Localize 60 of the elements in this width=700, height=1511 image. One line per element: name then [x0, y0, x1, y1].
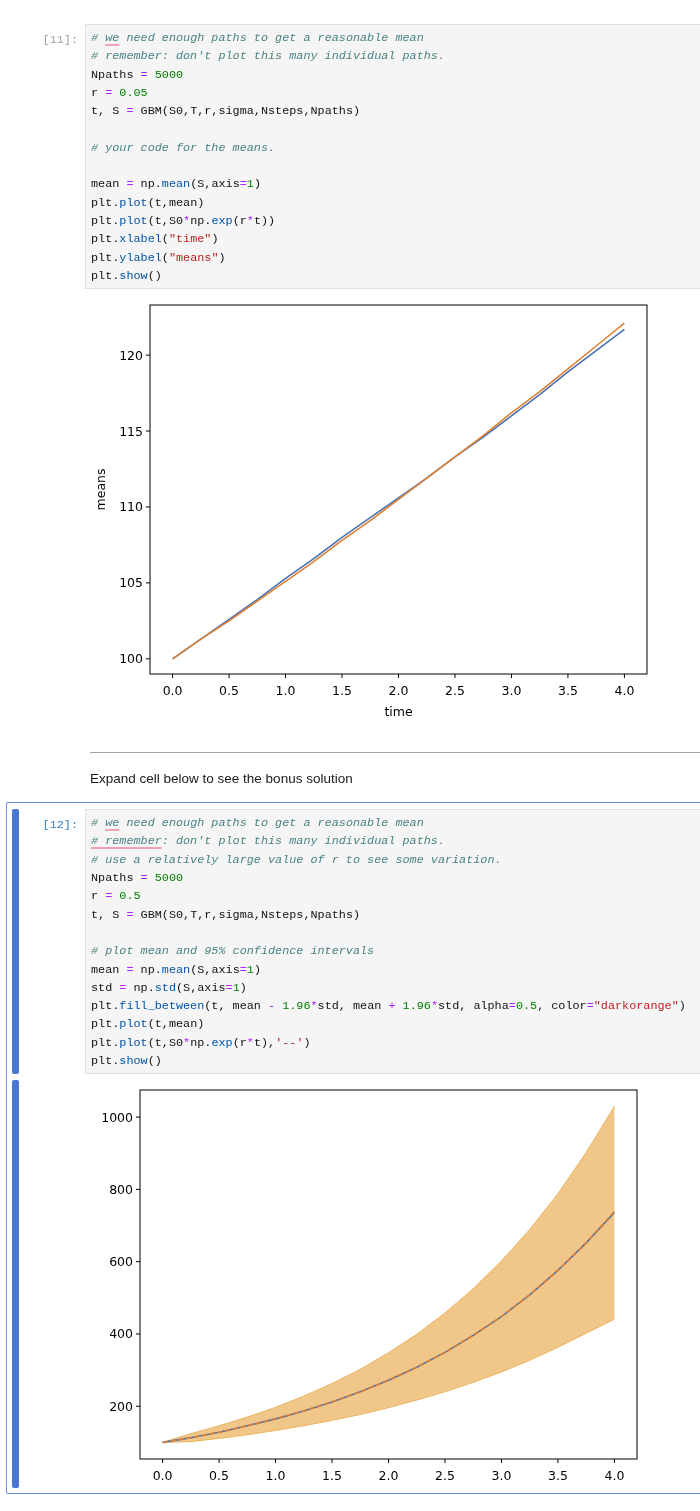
x-tick-label: 3.5	[548, 1468, 568, 1484]
y-tick-label: 1000	[101, 1109, 133, 1125]
code-line: plt.show()	[91, 267, 163, 285]
code-line: std = np.std(S,axis=1)	[91, 979, 248, 997]
code-line: plt.plot(t,mean)	[91, 1016, 206, 1034]
y-axis-label: means	[93, 468, 108, 511]
x-tick-label: 0.5	[209, 1468, 229, 1484]
y-tick-label: 105	[119, 575, 143, 591]
code-line: Npaths = 5000	[91, 870, 185, 888]
code-line: # plot mean and 95% confidence intervals	[91, 943, 376, 961]
y-tick-label: 400	[109, 1326, 133, 1342]
y-tick-label: 200	[109, 1399, 133, 1415]
x-tick-label: 3.5	[558, 683, 578, 699]
code-line: plt.ylabel("means")	[91, 249, 227, 267]
code-line: plt.xlabel("time")	[91, 231, 220, 249]
code-line: mean = np.mean(S,axis=1)	[91, 961, 262, 979]
y-tick-label: 120	[119, 347, 143, 363]
x-tick-label: 0.0	[152, 1468, 173, 1484]
x-tick-label: 1.5	[332, 683, 352, 699]
x-tick-label: 1.0	[265, 1468, 286, 1484]
code-line: # your code for the means.	[91, 139, 277, 157]
execution-count: [12]:	[42, 818, 78, 833]
y-tick-label: 110	[119, 499, 143, 515]
code-line: r = 0.05	[91, 84, 149, 102]
y-tick-label: 600	[109, 1254, 133, 1270]
code-editor[interactable]	[85, 809, 700, 1075]
x-tick-label: 4.0	[604, 1468, 625, 1484]
code-line: plt.plot(t,S0*np.exp(r*t))	[91, 212, 277, 230]
code-line: # we need enough paths to get a reasonable mean	[91, 815, 425, 833]
x-tick-label: 2.0	[388, 683, 409, 699]
x-tick-label: 2.5	[445, 683, 465, 699]
execution-count: [11]:	[42, 33, 78, 47]
x-tick-label: 4.0	[614, 683, 635, 699]
code-line: plt.plot(t,S0*np.exp(r*t),'--')	[91, 1034, 312, 1052]
code-line: # remember: don't plot this many individual paths.	[91, 48, 446, 66]
x-tick-label: 0.5	[219, 683, 239, 699]
y-tick-label: 115	[119, 423, 143, 439]
x-axis-label: time	[384, 704, 413, 720]
code-line: Npaths = 5000	[91, 66, 185, 84]
x-tick-label: 2.0	[378, 1468, 399, 1484]
code-editor[interactable]	[85, 24, 700, 290]
code-line: # use a relatively large value of r to see some variation.	[91, 851, 503, 869]
x-tick-label: 1.5	[322, 1468, 342, 1484]
x-tick-label: 3.0	[501, 683, 522, 699]
code-line: plt.plot(t,mean)	[91, 194, 206, 212]
x-tick-label: 1.0	[275, 683, 296, 699]
x-tick-label: 0.0	[162, 683, 183, 699]
code-line: t, S = GBM(S0,T,r,sigma,Nsteps,Npaths)	[91, 103, 362, 121]
code-line: r = 0.5	[91, 888, 142, 906]
x-tick-label: 2.5	[435, 1468, 455, 1484]
y-tick-label: 100	[119, 651, 143, 667]
code-line: # we need enough paths to get a reasonable mean	[91, 30, 425, 47]
code-line: plt.show()	[91, 1053, 163, 1070]
code-line: mean = np.mean(S,axis=1)	[91, 176, 262, 194]
code-line: # remember: don't plot this many individual paths.	[91, 833, 446, 851]
x-tick-label: 3.0	[491, 1468, 512, 1484]
code-line: plt.fill_between(t, mean - 1.96*std, mean + 1.96*std, alpha=0.5, color="darkorange")	[91, 998, 687, 1016]
code-line: t, S = GBM(S0,T,r,sigma,Nsteps,Npaths)	[91, 906, 362, 924]
markdown-text: Expand cell below to see the bonus solution	[90, 770, 354, 789]
y-tick-label: 800	[109, 1182, 133, 1198]
